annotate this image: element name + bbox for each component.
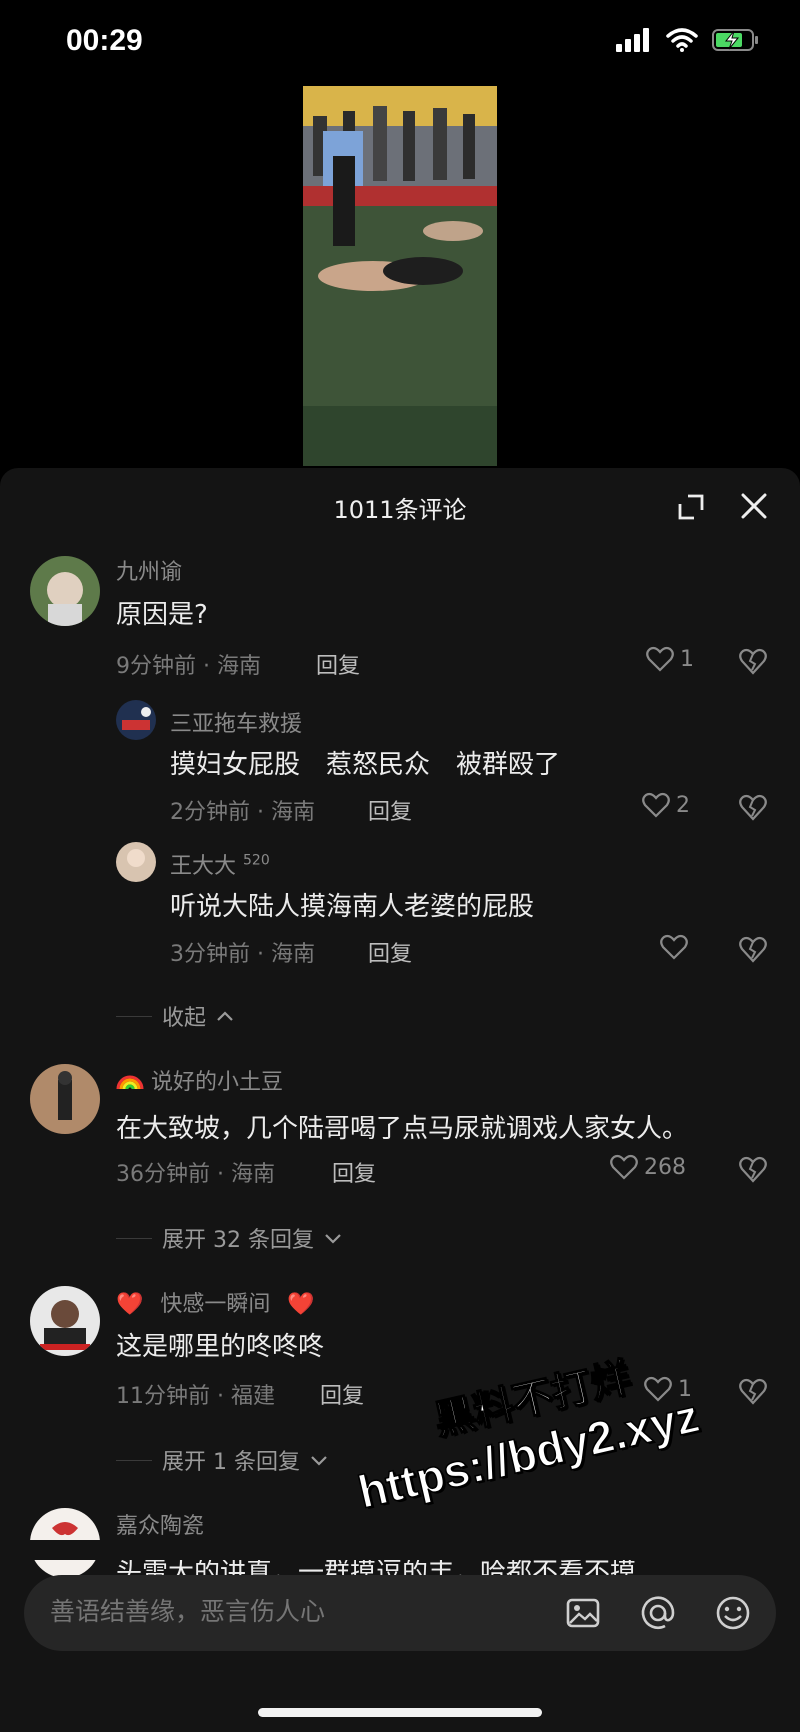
broken-heart-icon[interactable] <box>738 1154 768 1184</box>
broken-heart-icon[interactable] <box>738 646 768 676</box>
battery-charging-icon <box>712 29 758 51</box>
heart-outline-icon <box>610 1154 638 1180</box>
comment-text: 这是哪里的咚咚咚 <box>116 1332 325 1362</box>
expand-icon[interactable] <box>676 492 706 522</box>
avatar[interactable] <box>116 700 156 740</box>
heart-icon: ❤️ <box>287 1292 315 1317</box>
comment-text: 在大致坡，几个陆哥喝了点马尿就调戏人家女人。 <box>116 1114 689 1144</box>
comment-input-bar[interactable] <box>24 1575 776 1651</box>
collapse-label: 收起 <box>162 1006 207 1031</box>
comment-username[interactable]: 说好的小土豆 <box>116 1064 283 1096</box>
comment-username[interactable]: 三亚拖车救援 <box>170 706 302 738</box>
panel-header: 1011条评论 <box>0 468 800 546</box>
comment-meta: 2分钟前 · 海南 <box>170 800 315 825</box>
username-text: 说好的小土豆 <box>151 1070 284 1095</box>
comment-meta: 11分钟前 · 福建 <box>116 1384 275 1409</box>
chevron-up-icon <box>217 1011 233 1021</box>
emoji-icon[interactable] <box>714 1594 752 1632</box>
avatar[interactable] <box>30 556 100 626</box>
like-count: 2 <box>676 792 690 818</box>
comment-meta: 3分钟前 · 海南 <box>170 942 315 967</box>
reply-button[interactable]: 回复 <box>316 648 360 680</box>
status-time: 00:29 <box>66 24 143 57</box>
chevron-down-icon <box>325 1234 341 1244</box>
close-icon[interactable] <box>738 490 770 522</box>
heart-icon: ❤️ <box>116 1292 144 1317</box>
comment-username[interactable]: 王大大 520 <box>170 848 270 880</box>
avatar[interactable] <box>116 842 156 882</box>
like-count: 1 <box>680 646 694 672</box>
signal-icon <box>616 28 649 52</box>
comment-username[interactable]: 嘉众陶瓷 <box>116 1508 204 1540</box>
collapse-replies[interactable]: 收起 <box>116 1000 234 1032</box>
avatar[interactable] <box>30 1286 100 1356</box>
chevron-down-icon <box>311 1456 327 1466</box>
rainbow-icon <box>116 1075 144 1090</box>
username-text: 快感一瞬间 <box>160 1292 271 1317</box>
heart-outline-icon <box>646 646 674 672</box>
comment-input[interactable] <box>48 1597 492 1628</box>
status-icons <box>616 28 760 52</box>
like-button[interactable]: 2 <box>642 792 690 818</box>
wifi-icon <box>666 28 698 52</box>
image-icon[interactable] <box>564 1594 602 1632</box>
comment-text: 摸妇女屁股 惹怒民众 被群殴了 <box>170 750 561 780</box>
comment-username[interactable]: ❤️ 快感一瞬间 ❤️ <box>116 1286 315 1318</box>
scroll-fade <box>0 1540 800 1560</box>
reply-button[interactable]: 回复 <box>332 1156 376 1188</box>
expand-label: 展开 1 条回复 <box>162 1450 300 1475</box>
home-indicator[interactable] <box>258 1708 542 1717</box>
at-mention-icon[interactable] <box>639 1594 677 1632</box>
heart-outline-icon <box>660 934 688 960</box>
video-thumbnail[interactable] <box>303 86 497 466</box>
username-badge: 520 <box>243 852 270 869</box>
comment-meta: 9分钟前 · 海南 <box>116 654 261 679</box>
expand-replies[interactable]: 展开 32 条回复 <box>116 1222 342 1254</box>
comment-username[interactable]: 九州谕 <box>116 554 182 586</box>
comment-text: 听说大陆人摸海南人老婆的屁股 <box>170 892 535 922</box>
broken-heart-icon[interactable] <box>738 1376 768 1406</box>
like-button[interactable]: 268 <box>610 1154 686 1180</box>
broken-heart-icon[interactable] <box>738 792 768 822</box>
status-bar: 00:29 <box>0 0 800 90</box>
comment-meta: 36分钟前 · 海南 <box>116 1162 275 1187</box>
heart-outline-icon <box>642 792 670 818</box>
username-text: 王大大 <box>170 854 237 879</box>
expand-replies[interactable]: 展开 1 条回复 <box>116 1444 328 1476</box>
expand-label: 展开 32 条回复 <box>162 1228 314 1253</box>
like-button[interactable]: 1 <box>646 646 694 672</box>
like-button[interactable] <box>660 934 688 960</box>
comment-text: 原因是? <box>116 600 208 630</box>
like-count: 268 <box>644 1154 686 1180</box>
reply-button[interactable]: 回复 <box>368 936 412 968</box>
avatar[interactable] <box>30 1064 100 1134</box>
broken-heart-icon[interactable] <box>738 934 768 964</box>
reply-button[interactable]: 回复 <box>368 794 412 826</box>
